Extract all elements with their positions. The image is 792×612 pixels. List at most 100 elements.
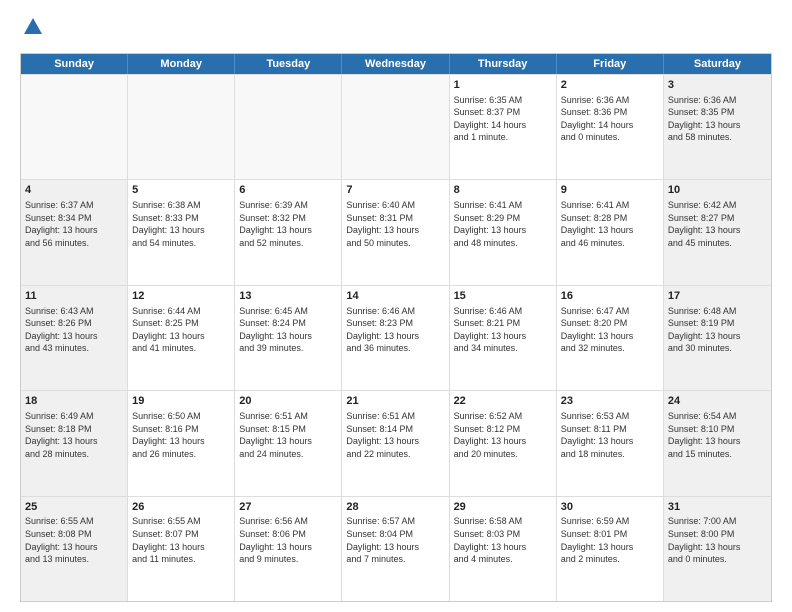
cell-info: Sunrise: 6:37 AM Sunset: 8:34 PM Dayligh…	[25, 199, 123, 249]
cell-info: Sunrise: 6:43 AM Sunset: 8:26 PM Dayligh…	[25, 305, 123, 355]
cell-info: Sunrise: 6:52 AM Sunset: 8:12 PM Dayligh…	[454, 410, 552, 460]
cal-cell-1-6: 10Sunrise: 6:42 AM Sunset: 8:27 PM Dayli…	[664, 180, 771, 284]
day-number: 24	[668, 394, 767, 409]
cell-info: Sunrise: 6:55 AM Sunset: 8:08 PM Dayligh…	[25, 515, 123, 565]
cell-info: Sunrise: 6:39 AM Sunset: 8:32 PM Dayligh…	[239, 199, 337, 249]
day-number: 18	[25, 394, 123, 409]
day-number: 5	[132, 183, 230, 198]
cal-cell-4-1: 26Sunrise: 6:55 AM Sunset: 8:07 PM Dayli…	[128, 497, 235, 601]
cell-info: Sunrise: 6:51 AM Sunset: 8:15 PM Dayligh…	[239, 410, 337, 460]
day-number: 4	[25, 183, 123, 198]
cal-row-4: 25Sunrise: 6:55 AM Sunset: 8:08 PM Dayli…	[21, 496, 771, 601]
cell-info: Sunrise: 6:40 AM Sunset: 8:31 PM Dayligh…	[346, 199, 444, 249]
cal-cell-1-0: 4Sunrise: 6:37 AM Sunset: 8:34 PM Daylig…	[21, 180, 128, 284]
day-number: 15	[454, 289, 552, 304]
cell-info: Sunrise: 6:42 AM Sunset: 8:27 PM Dayligh…	[668, 199, 767, 249]
cell-info: Sunrise: 6:58 AM Sunset: 8:03 PM Dayligh…	[454, 515, 552, 565]
day-number: 22	[454, 394, 552, 409]
cal-row-3: 18Sunrise: 6:49 AM Sunset: 8:18 PM Dayli…	[21, 390, 771, 495]
header-day-saturday: Saturday	[664, 54, 771, 74]
day-number: 17	[668, 289, 767, 304]
calendar-header: SundayMondayTuesdayWednesdayThursdayFrid…	[21, 54, 771, 74]
day-number: 29	[454, 500, 552, 515]
cal-cell-2-5: 16Sunrise: 6:47 AM Sunset: 8:20 PM Dayli…	[557, 286, 664, 390]
cell-info: Sunrise: 6:57 AM Sunset: 8:04 PM Dayligh…	[346, 515, 444, 565]
day-number: 19	[132, 394, 230, 409]
cal-cell-3-3: 21Sunrise: 6:51 AM Sunset: 8:14 PM Dayli…	[342, 391, 449, 495]
cal-cell-0-6: 3Sunrise: 6:36 AM Sunset: 8:35 PM Daylig…	[664, 75, 771, 179]
cal-cell-2-3: 14Sunrise: 6:46 AM Sunset: 8:23 PM Dayli…	[342, 286, 449, 390]
day-number: 6	[239, 183, 337, 198]
cal-row-1: 4Sunrise: 6:37 AM Sunset: 8:34 PM Daylig…	[21, 179, 771, 284]
day-number: 12	[132, 289, 230, 304]
header	[20, 16, 772, 43]
page: SundayMondayTuesdayWednesdayThursdayFrid…	[0, 0, 792, 612]
cell-info: Sunrise: 6:45 AM Sunset: 8:24 PM Dayligh…	[239, 305, 337, 355]
cell-info: Sunrise: 6:36 AM Sunset: 8:36 PM Dayligh…	[561, 94, 659, 144]
day-number: 3	[668, 78, 767, 93]
cell-info: Sunrise: 7:00 AM Sunset: 8:00 PM Dayligh…	[668, 515, 767, 565]
cal-cell-0-3	[342, 75, 449, 179]
cell-info: Sunrise: 6:56 AM Sunset: 8:06 PM Dayligh…	[239, 515, 337, 565]
day-number: 28	[346, 500, 444, 515]
cal-cell-1-5: 9Sunrise: 6:41 AM Sunset: 8:28 PM Daylig…	[557, 180, 664, 284]
cal-cell-2-2: 13Sunrise: 6:45 AM Sunset: 8:24 PM Dayli…	[235, 286, 342, 390]
cell-info: Sunrise: 6:47 AM Sunset: 8:20 PM Dayligh…	[561, 305, 659, 355]
cal-cell-0-4: 1Sunrise: 6:35 AM Sunset: 8:37 PM Daylig…	[450, 75, 557, 179]
cal-cell-4-2: 27Sunrise: 6:56 AM Sunset: 8:06 PM Dayli…	[235, 497, 342, 601]
cal-row-2: 11Sunrise: 6:43 AM Sunset: 8:26 PM Dayli…	[21, 285, 771, 390]
cal-cell-0-2	[235, 75, 342, 179]
cal-cell-3-6: 24Sunrise: 6:54 AM Sunset: 8:10 PM Dayli…	[664, 391, 771, 495]
day-number: 16	[561, 289, 659, 304]
calendar: SundayMondayTuesdayWednesdayThursdayFrid…	[20, 53, 772, 602]
cal-cell-4-5: 30Sunrise: 6:59 AM Sunset: 8:01 PM Dayli…	[557, 497, 664, 601]
cell-info: Sunrise: 6:46 AM Sunset: 8:23 PM Dayligh…	[346, 305, 444, 355]
header-day-tuesday: Tuesday	[235, 54, 342, 74]
cal-cell-3-4: 22Sunrise: 6:52 AM Sunset: 8:12 PM Dayli…	[450, 391, 557, 495]
cell-info: Sunrise: 6:48 AM Sunset: 8:19 PM Dayligh…	[668, 305, 767, 355]
cal-cell-1-4: 8Sunrise: 6:41 AM Sunset: 8:29 PM Daylig…	[450, 180, 557, 284]
day-number: 27	[239, 500, 337, 515]
cell-info: Sunrise: 6:38 AM Sunset: 8:33 PM Dayligh…	[132, 199, 230, 249]
cal-cell-0-1	[128, 75, 235, 179]
logo-icon	[22, 16, 44, 38]
cal-cell-4-0: 25Sunrise: 6:55 AM Sunset: 8:08 PM Dayli…	[21, 497, 128, 601]
cell-info: Sunrise: 6:46 AM Sunset: 8:21 PM Dayligh…	[454, 305, 552, 355]
day-number: 9	[561, 183, 659, 198]
day-number: 31	[668, 500, 767, 515]
header-day-wednesday: Wednesday	[342, 54, 449, 74]
cell-info: Sunrise: 6:41 AM Sunset: 8:28 PM Dayligh…	[561, 199, 659, 249]
day-number: 14	[346, 289, 444, 304]
cal-cell-3-2: 20Sunrise: 6:51 AM Sunset: 8:15 PM Dayli…	[235, 391, 342, 495]
cell-info: Sunrise: 6:55 AM Sunset: 8:07 PM Dayligh…	[132, 515, 230, 565]
day-number: 25	[25, 500, 123, 515]
cal-cell-1-1: 5Sunrise: 6:38 AM Sunset: 8:33 PM Daylig…	[128, 180, 235, 284]
day-number: 1	[454, 78, 552, 93]
day-number: 11	[25, 289, 123, 304]
day-number: 20	[239, 394, 337, 409]
calendar-body: 1Sunrise: 6:35 AM Sunset: 8:37 PM Daylig…	[21, 74, 771, 601]
day-number: 2	[561, 78, 659, 93]
cal-cell-3-0: 18Sunrise: 6:49 AM Sunset: 8:18 PM Dayli…	[21, 391, 128, 495]
cal-cell-2-4: 15Sunrise: 6:46 AM Sunset: 8:21 PM Dayli…	[450, 286, 557, 390]
cal-cell-0-0	[21, 75, 128, 179]
cell-info: Sunrise: 6:54 AM Sunset: 8:10 PM Dayligh…	[668, 410, 767, 460]
cal-cell-2-1: 12Sunrise: 6:44 AM Sunset: 8:25 PM Dayli…	[128, 286, 235, 390]
cell-info: Sunrise: 6:41 AM Sunset: 8:29 PM Dayligh…	[454, 199, 552, 249]
cell-info: Sunrise: 6:53 AM Sunset: 8:11 PM Dayligh…	[561, 410, 659, 460]
header-day-sunday: Sunday	[21, 54, 128, 74]
day-number: 21	[346, 394, 444, 409]
cell-info: Sunrise: 6:50 AM Sunset: 8:16 PM Dayligh…	[132, 410, 230, 460]
cal-cell-2-0: 11Sunrise: 6:43 AM Sunset: 8:26 PM Dayli…	[21, 286, 128, 390]
cell-info: Sunrise: 6:49 AM Sunset: 8:18 PM Dayligh…	[25, 410, 123, 460]
cal-cell-4-4: 29Sunrise: 6:58 AM Sunset: 8:03 PM Dayli…	[450, 497, 557, 601]
cal-cell-1-3: 7Sunrise: 6:40 AM Sunset: 8:31 PM Daylig…	[342, 180, 449, 284]
header-day-thursday: Thursday	[450, 54, 557, 74]
day-number: 30	[561, 500, 659, 515]
cell-info: Sunrise: 6:44 AM Sunset: 8:25 PM Dayligh…	[132, 305, 230, 355]
cal-cell-4-3: 28Sunrise: 6:57 AM Sunset: 8:04 PM Dayli…	[342, 497, 449, 601]
cal-cell-4-6: 31Sunrise: 7:00 AM Sunset: 8:00 PM Dayli…	[664, 497, 771, 601]
cal-cell-2-6: 17Sunrise: 6:48 AM Sunset: 8:19 PM Dayli…	[664, 286, 771, 390]
day-number: 10	[668, 183, 767, 198]
logo	[20, 16, 44, 43]
